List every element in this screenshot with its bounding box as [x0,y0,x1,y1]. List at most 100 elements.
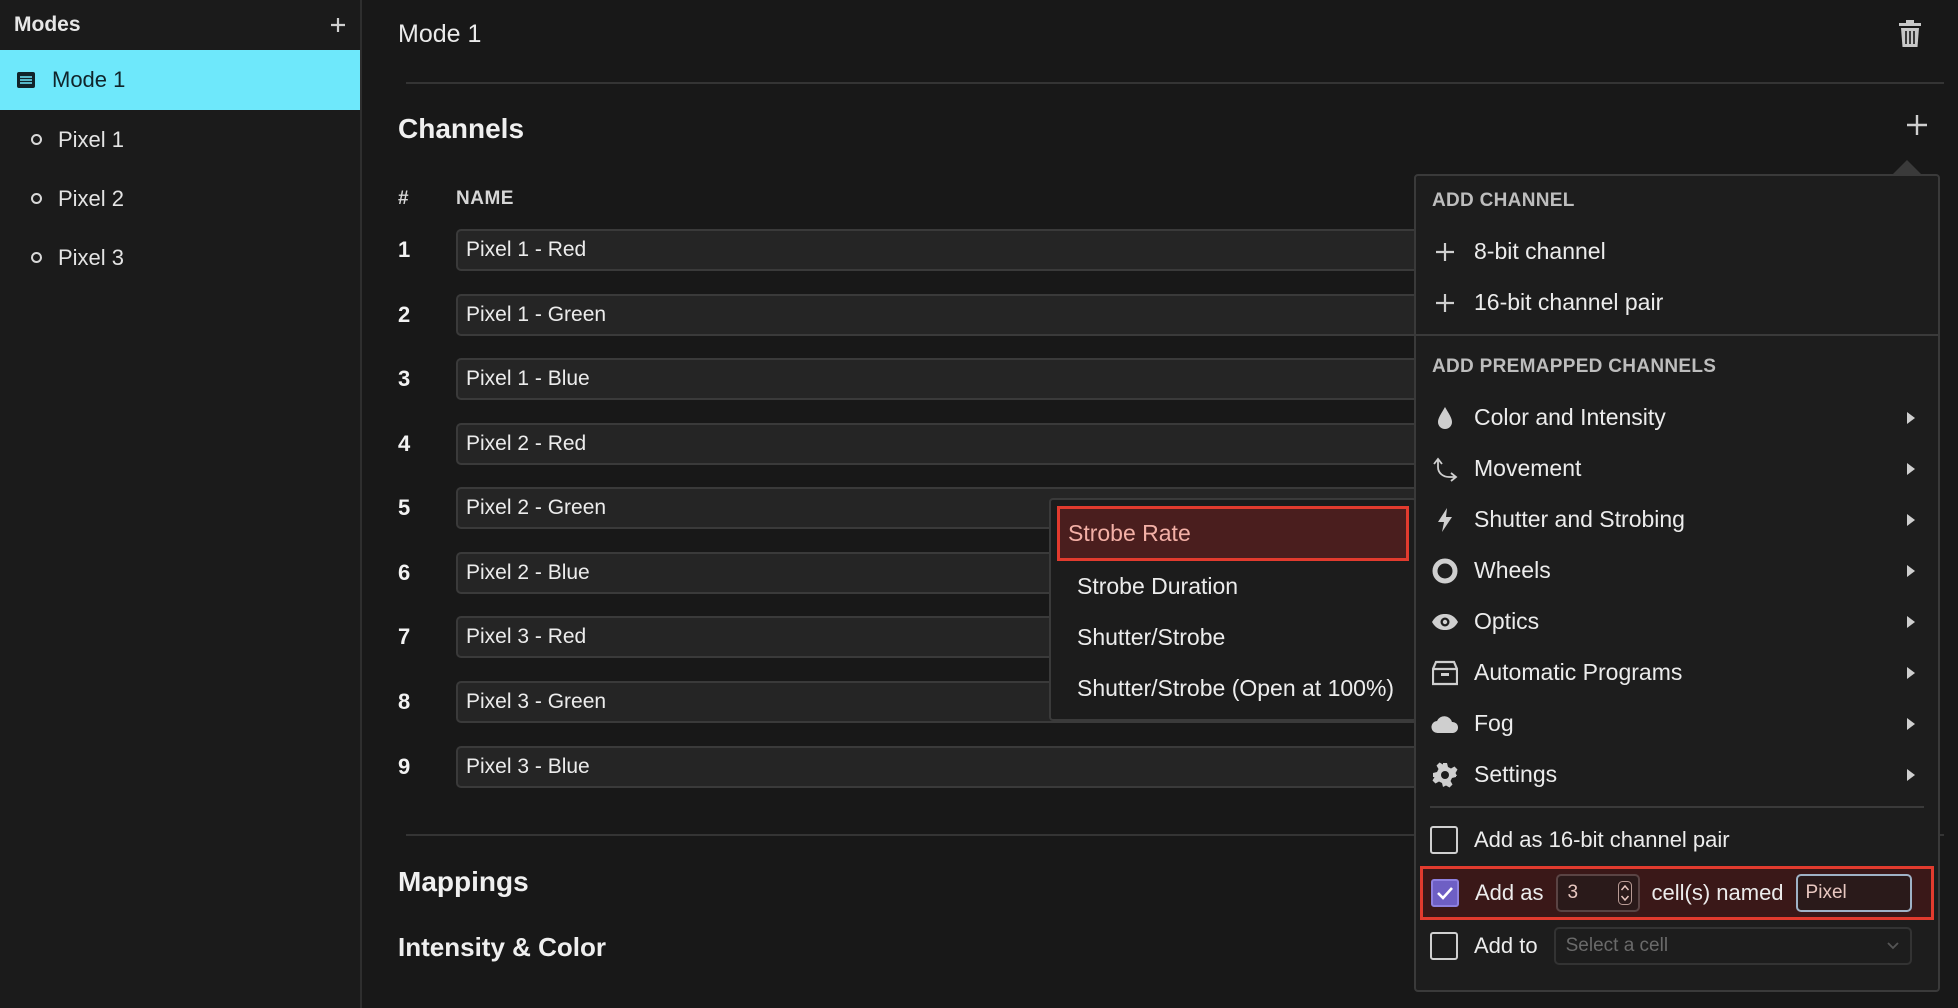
menu-item-label: Automatic Programs [1474,659,1683,685]
category-color-intensity[interactable]: Color and Intensity [1416,392,1938,443]
add-channel-header: ADD CHANNEL [1432,190,1575,211]
menu-item-label: Wheels [1474,557,1551,583]
circle-icon [31,252,42,263]
channel-number: 3 [398,366,411,391]
category-automatic-programs[interactable]: Automatic Programs [1416,647,1938,698]
list-icon [16,71,36,89]
caret-right-icon [1906,563,1916,579]
plus-icon [1907,115,1927,135]
sidebar-header: Modes [0,0,360,50]
add-8bit-channel-item[interactable]: 8-bit channel [1416,226,1938,277]
pixel-label: Pixel 2 [58,185,125,211]
gear-icon [1430,760,1460,790]
checkbox-16bit-pair[interactable] [1430,826,1458,854]
sidebar-item-mode-1[interactable]: Mode 1 [0,50,360,110]
cell-name-input[interactable]: Pixel [1795,874,1912,912]
option-label: cell(s) named [1651,880,1784,905]
menu-item-label: Movement [1474,455,1582,481]
add-channel-button[interactable] [1906,114,1928,136]
cell-select[interactable]: Select a cell [1553,927,1912,965]
column-name-header: NAME [456,188,514,209]
column-number-header: # [398,188,410,209]
menu-item-label: Settings [1474,761,1558,787]
wheel-icon [1430,556,1460,586]
sidebar-title: Modes [14,13,81,36]
category-optics[interactable]: Optics [1416,596,1938,647]
menu-item-label: Fog [1474,710,1514,736]
option-label: Add to [1474,933,1538,958]
channel-number: 7 [398,624,411,649]
delete-mode-button[interactable] [1898,20,1922,48]
menu-item-label: Optics [1474,608,1540,634]
eye-icon [1430,607,1460,637]
option-16bit-pair: Add as 16-bit channel pair [1416,814,1938,866]
shutter-strobing-submenu: Strobe Rate Strobe Duration Shutter/Stro… [1049,498,1417,721]
chevron-down-icon [1886,942,1899,950]
channel-number: 9 [398,754,411,779]
sidebar-item-pixel-3[interactable]: Pixel 3 [0,228,360,287]
intensity-color-heading: Intensity & Color [398,932,607,962]
sidebar-item-pixel-2[interactable]: Pixel 2 [0,169,360,228]
channel-number: 1 [398,237,411,262]
modes-sidebar: Modes Mode 1 Pixel 1 Pixel 2 Pixel 3 [0,0,362,1008]
mode-label: Mode 1 [52,67,126,92]
mode-title[interactable]: Mode 1 [398,20,481,49]
cell-count-value: 3 [1567,882,1579,903]
option-add-to-cell: Add to Select a cell [1416,920,1938,972]
menu-item-label: Shutter and Strobing [1474,506,1685,532]
caret-right-icon [1906,614,1916,630]
cell-select-placeholder: Select a cell [1565,935,1669,956]
caret-right-icon [1906,716,1916,732]
plus-icon [1430,237,1460,267]
category-movement[interactable]: Movement [1416,443,1938,494]
pixel-label: Pixel 3 [58,244,125,270]
checkbox-add-to-cell[interactable] [1430,932,1458,960]
divider [1430,806,1924,808]
premapped-header: ADD PREMAPPED CHANNELS [1432,356,1717,377]
add-mode-button[interactable] [330,17,346,33]
bolt-icon [1430,505,1460,535]
stepper-arrows-icon[interactable] [1617,881,1632,905]
plus-icon [331,18,345,32]
menu-item-label: Color and Intensity [1474,404,1666,430]
option-label: Add as [1475,880,1544,905]
mappings-heading: Mappings [398,866,529,897]
channel-number: 8 [398,689,411,714]
archive-icon [1430,658,1460,688]
option-label: Add as 16-bit channel pair [1474,827,1730,852]
submenu-item-strobe-rate[interactable]: Strobe Rate [1057,506,1409,561]
add-channel-menu: ADD CHANNEL 8-bit channel 16-bit channel… [1414,174,1940,992]
caret-right-icon [1906,461,1916,477]
cell-count-stepper[interactable]: 3 [1555,874,1640,912]
menu-item-label: 16-bit channel pair [1474,289,1664,315]
submenu-item-strobe-duration[interactable]: Strobe Duration [1057,561,1409,612]
submenu-item-shutter-strobe[interactable]: Shutter/Strobe [1057,612,1409,663]
option-add-as-cells: Add as 3 cell(s) named Pixel [1420,866,1934,920]
submenu-item-shutter-strobe-open[interactable]: Shutter/Strobe (Open at 100%) [1057,663,1409,714]
circle-icon [31,134,42,145]
trash-icon [1899,20,1921,47]
sidebar-item-pixel-1[interactable]: Pixel 1 [0,110,360,169]
channels-heading: Channels [398,113,525,144]
category-shutter-strobing[interactable]: Shutter and Strobing [1416,494,1938,545]
channel-number: 5 [398,495,411,520]
add-16bit-channel-item[interactable]: 16-bit channel pair [1416,277,1938,328]
pixel-label: Pixel 1 [58,126,125,152]
channel-number: 2 [398,302,411,327]
category-fog[interactable]: Fog [1416,698,1938,749]
menu-item-label: 8-bit channel [1474,238,1606,264]
cloud-icon [1430,709,1460,739]
circle-icon [31,193,42,204]
check-icon [1437,887,1453,900]
droplet-icon [1430,403,1460,433]
caret-right-icon [1906,512,1916,528]
caret-right-icon [1906,665,1916,681]
checkbox-add-as-cells[interactable] [1431,879,1459,907]
caret-right-icon [1906,767,1916,783]
divider [1416,334,1938,336]
movement-icon [1430,454,1460,484]
category-settings[interactable]: Settings [1416,749,1938,800]
plus-icon [1430,288,1460,318]
caret-right-icon [1906,410,1916,426]
category-wheels[interactable]: Wheels [1416,545,1938,596]
